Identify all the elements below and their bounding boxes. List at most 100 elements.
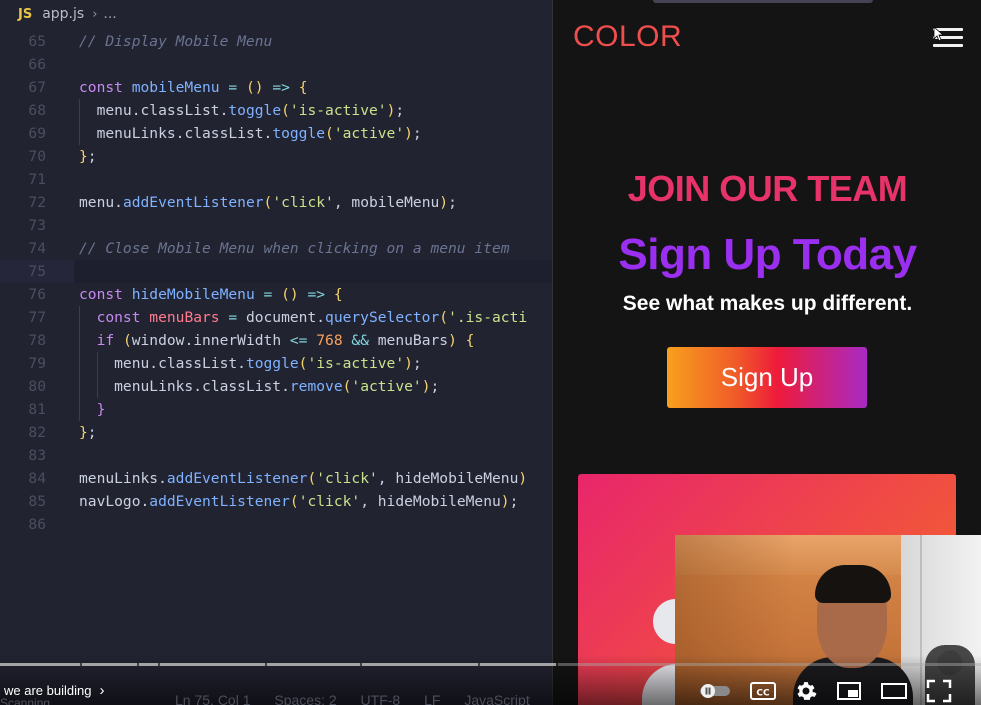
- code-token: ;: [87, 148, 97, 165]
- code-line[interactable]: 74 // Close Mobile Menu when clicking on …: [0, 237, 552, 260]
- code-token: menu.: [79, 102, 141, 119]
- code-line[interactable]: 67 const mobileMenu = () => {: [0, 76, 552, 99]
- code-token: .: [263, 125, 273, 142]
- code-token: (: [289, 493, 299, 510]
- code-token: 'click': [298, 493, 361, 510]
- code-token: ;: [430, 378, 440, 395]
- code-area[interactable]: 65 // Display Mobile Menu 66 67 const mobile…: [0, 30, 552, 536]
- code-line[interactable]: 72 menu.addEventListener('click', mobileM…: [0, 191, 552, 214]
- theater-mode-icon[interactable]: [880, 681, 908, 701]
- code-text: const mobileMenu = () => {: [79, 76, 307, 99]
- code-token: ) {: [448, 332, 475, 349]
- line-number: 68: [28, 102, 46, 119]
- code-token: 'is-active': [289, 102, 387, 119]
- code-line[interactable]: 70};: [0, 145, 552, 168]
- code-line[interactable]: 71: [0, 168, 552, 191]
- indent-guide: [79, 306, 80, 421]
- line-number: 80: [28, 378, 46, 395]
- code-line[interactable]: 81 }: [0, 398, 552, 421]
- code-line[interactable]: 65 // Display Mobile Menu: [0, 30, 552, 53]
- code-token: // Close Mobile Menu when clicking on a …: [79, 240, 510, 257]
- code-token: const: [79, 286, 132, 303]
- file-name[interactable]: app.js: [42, 6, 84, 22]
- captions-icon[interactable]: CC: [750, 681, 776, 701]
- code-line[interactable]: 85 navLogo.addEventListener('click', hide…: [0, 490, 552, 513]
- code-token: ;: [87, 424, 97, 441]
- code-token: (: [263, 194, 273, 211]
- status-spaces[interactable]: Spaces: 2: [274, 692, 336, 705]
- video-progress-bar[interactable]: [0, 663, 981, 666]
- code-line[interactable]: 79 menu.classList.toggle('is-active');: [0, 352, 552, 375]
- code-line[interactable]: 76 const hideMobileMenu = () => {: [0, 283, 552, 306]
- video-control-buttons: CC: [698, 678, 952, 704]
- fullscreen-icon[interactable]: [926, 679, 952, 703]
- code-token: ): [518, 470, 528, 487]
- code-token: ;: [395, 102, 405, 119]
- code-token: 'click': [272, 194, 334, 211]
- code-text: menuLinks.classList.remove('active');: [79, 375, 439, 398]
- indent-guide: [79, 99, 80, 145]
- signup-button[interactable]: Sign Up: [667, 347, 867, 408]
- code-line[interactable]: 84 menuLinks.addEventListener('click', hi…: [0, 467, 552, 490]
- code-token: =: [219, 79, 246, 96]
- code-token: toggle: [272, 125, 326, 142]
- line-number: 78: [28, 332, 46, 349]
- status-language[interactable]: JavaScript: [464, 692, 529, 705]
- code-token: (: [307, 470, 317, 487]
- code-token: ;: [509, 493, 519, 510]
- line-number: 79: [28, 355, 46, 372]
- code-line[interactable]: 86: [0, 513, 552, 536]
- code-token: }: [79, 148, 88, 165]
- code-token: =>: [263, 79, 299, 96]
- code-editor[interactable]: JS app.js › ... 65 // Display Mobile Menu…: [0, 0, 552, 705]
- code-token: const: [79, 309, 150, 326]
- code-token: ): [404, 125, 413, 142]
- code-token: menu.: [79, 355, 159, 372]
- editor-status-bar: Ln 75, Col 1 Spaces: 2 UTF-8 LF JavaScri…: [175, 692, 550, 705]
- code-token: ;: [448, 194, 457, 211]
- site-logo[interactable]: COLOR: [573, 20, 682, 54]
- code-token: (): [281, 286, 299, 303]
- code-token: querySelector: [325, 309, 440, 326]
- progress-buffered: [0, 663, 556, 666]
- settings-gear-icon[interactable]: [794, 679, 818, 703]
- line-number: 75: [28, 263, 46, 280]
- code-line[interactable]: 77 const menuBars = document.querySelect…: [0, 306, 552, 329]
- code-line[interactable]: 78 if (window.innerWidth <= 768 && menuB…: [0, 329, 552, 352]
- line-number: 83: [28, 447, 46, 464]
- status-encoding[interactable]: UTF-8: [361, 692, 401, 705]
- code-line[interactable]: 83: [0, 444, 552, 467]
- code-line[interactable]: 68 menu.classList.toggle('is-active');: [0, 99, 552, 122]
- code-token: }: [79, 424, 88, 441]
- code-token: .: [237, 355, 246, 372]
- code-text: menuLinks.addEventListener('click', hide…: [79, 467, 527, 490]
- status-eol[interactable]: LF: [424, 692, 440, 705]
- code-token: (: [325, 125, 334, 142]
- miniplayer-icon[interactable]: [836, 681, 862, 701]
- code-line[interactable]: 73: [0, 214, 552, 237]
- autoplay-toggle-icon[interactable]: [698, 682, 732, 700]
- line-number: 82: [28, 424, 46, 441]
- code-line[interactable]: 75: [0, 260, 552, 283]
- presenter-hair: [815, 565, 891, 603]
- code-token: hideMobileMenu: [131, 286, 255, 303]
- code-line[interactable]: 80 menuLinks.classList.remove('active');: [0, 375, 552, 398]
- line-number: 66: [28, 56, 46, 73]
- code-line[interactable]: 66: [0, 53, 552, 76]
- chapter-label: we are building: [4, 683, 92, 698]
- code-token: document.: [245, 309, 326, 326]
- chapter-title[interactable]: we are building ›: [4, 682, 104, 699]
- breadcrumb-more[interactable]: ...: [103, 6, 116, 22]
- join-heading: JOIN OUR TEAM: [627, 168, 908, 209]
- code-line[interactable]: 69 menuLinks.classList.toggle('active');: [0, 122, 552, 145]
- code-token: ): [421, 378, 431, 395]
- svg-text:CC: CC: [756, 689, 770, 699]
- code-line[interactable]: 82};: [0, 421, 552, 444]
- code-token: ;: [412, 125, 422, 142]
- status-position[interactable]: Ln 75, Col 1: [175, 692, 251, 705]
- code-token: ): [404, 355, 413, 372]
- code-token: toggle: [245, 355, 299, 372]
- code-text: // Close Mobile Menu when clicking on a …: [79, 237, 510, 260]
- code-token: menuLinks.: [79, 470, 167, 487]
- code-token: 'click': [316, 470, 378, 487]
